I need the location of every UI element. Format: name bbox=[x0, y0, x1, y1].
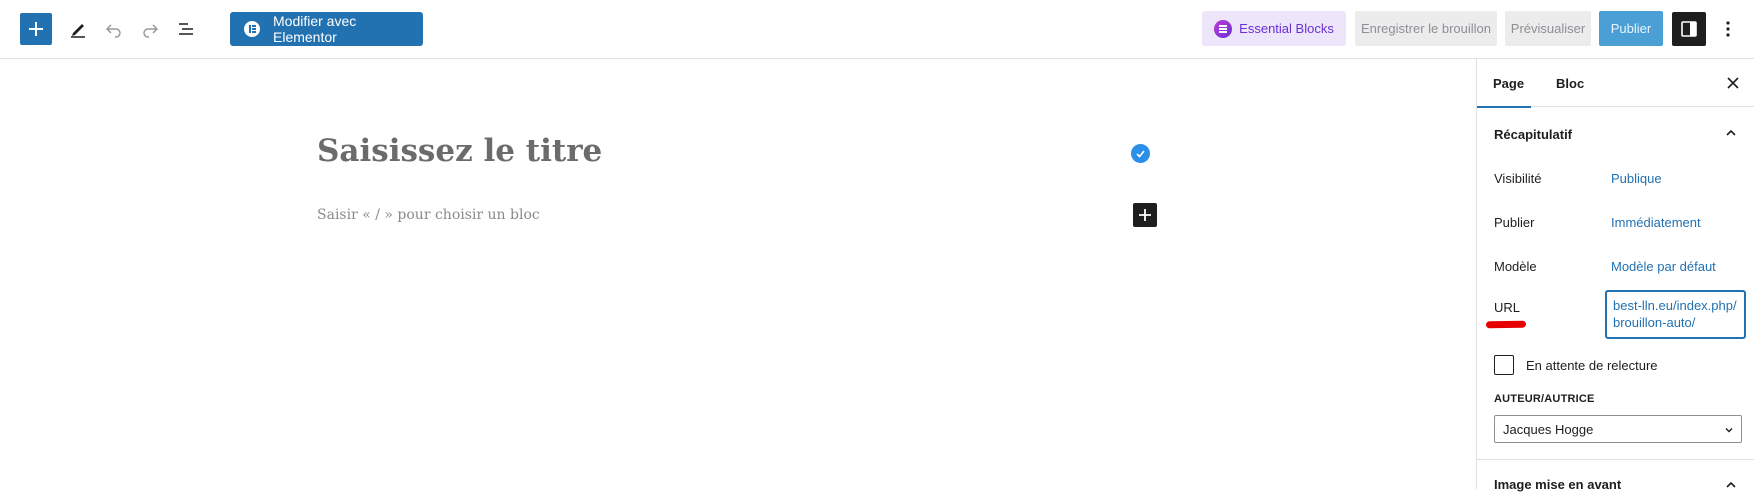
publish-date-link[interactable]: Immédiatement bbox=[1611, 215, 1701, 230]
pencil-icon bbox=[71, 24, 85, 38]
settings-sidebar: Page Bloc Récapitulatif Visibilité Publi… bbox=[1476, 59, 1754, 492]
undo-icon bbox=[105, 24, 121, 38]
visibility-value-link[interactable]: Publique bbox=[1611, 171, 1662, 186]
redo-icon bbox=[143, 24, 159, 38]
elementor-button-label: Modifier avec Elementor bbox=[273, 13, 357, 45]
list-view-icon bbox=[179, 23, 193, 35]
template-value-link[interactable]: Modèle par défaut bbox=[1611, 259, 1716, 274]
settings-toggle-button[interactable] bbox=[1672, 12, 1706, 46]
plus-icon bbox=[29, 22, 43, 36]
check-badge-icon bbox=[1131, 144, 1150, 163]
sidebar-toggle-icon bbox=[1681, 21, 1697, 37]
inline-block-inserter-button[interactable] bbox=[1133, 203, 1157, 227]
block-appender-placeholder[interactable]: Saisir « / » pour choisir un bloc bbox=[317, 207, 540, 223]
author-select[interactable]: Jacques Hogge bbox=[1494, 415, 1742, 443]
publish-button[interactable]: Publier bbox=[1599, 11, 1663, 46]
sidebar-tabs: Page Bloc bbox=[1476, 59, 1754, 108]
tools-button[interactable] bbox=[62, 13, 94, 45]
essential-blocks-logo-icon bbox=[1214, 19, 1233, 38]
more-vertical-icon bbox=[1726, 21, 1730, 37]
essential-blocks-label: Essential Blocks bbox=[1239, 21, 1334, 36]
editor-header: Modifier avec Elementor Essential Blocks… bbox=[0, 0, 1754, 59]
elementor-logo-icon bbox=[244, 21, 260, 37]
document-overview-button[interactable] bbox=[170, 13, 202, 45]
visibility-label: Visibilité bbox=[1494, 171, 1542, 186]
tab-page[interactable]: Page bbox=[1476, 59, 1532, 108]
options-button[interactable] bbox=[1713, 12, 1743, 46]
url-link-box[interactable]: best-lln.eu/index.php/brouillon-auto/ bbox=[1605, 290, 1746, 339]
block-inserter-button[interactable] bbox=[20, 13, 52, 45]
close-icon bbox=[1727, 77, 1739, 89]
tab-block[interactable]: Bloc bbox=[1556, 59, 1584, 107]
chevron-down-icon bbox=[1725, 428, 1733, 433]
author-select-value: Jacques Hogge bbox=[1503, 422, 1594, 437]
edit-with-elementor-button[interactable]: Modifier avec Elementor bbox=[230, 12, 423, 46]
pending-review-checkbox[interactable] bbox=[1494, 355, 1514, 375]
url-label: URL bbox=[1494, 300, 1521, 315]
plus-icon bbox=[1139, 209, 1151, 221]
post-title-input[interactable]: Saisissez le titre bbox=[317, 133, 602, 169]
summary-panel-toggle[interactable]: Récapitulatif bbox=[1477, 107, 1754, 161]
chevron-up-icon bbox=[1726, 481, 1736, 488]
redo-button[interactable] bbox=[134, 13, 166, 45]
publish-label: Publier bbox=[1494, 215, 1535, 230]
pending-review-label: En attente de relecture bbox=[1526, 358, 1658, 373]
panel-divider bbox=[1477, 459, 1754, 460]
featured-image-panel-toggle[interactable]: Image mise en avant bbox=[1494, 477, 1621, 492]
undo-button[interactable] bbox=[98, 13, 130, 45]
red-underline-annotation bbox=[1485, 320, 1527, 329]
template-label: Modèle bbox=[1494, 259, 1537, 274]
essential-blocks-button[interactable]: Essential Blocks bbox=[1202, 11, 1346, 46]
save-draft-button[interactable]: Enregistrer le brouillon bbox=[1355, 11, 1497, 46]
author-label: AUTEUR/AUTRICE bbox=[1494, 393, 1595, 405]
close-sidebar-button[interactable] bbox=[1723, 73, 1743, 93]
summary-heading: Récapitulatif bbox=[1494, 126, 1573, 142]
preview-button[interactable]: Prévisualiser bbox=[1505, 11, 1591, 46]
chevron-up-icon bbox=[1726, 129, 1736, 136]
